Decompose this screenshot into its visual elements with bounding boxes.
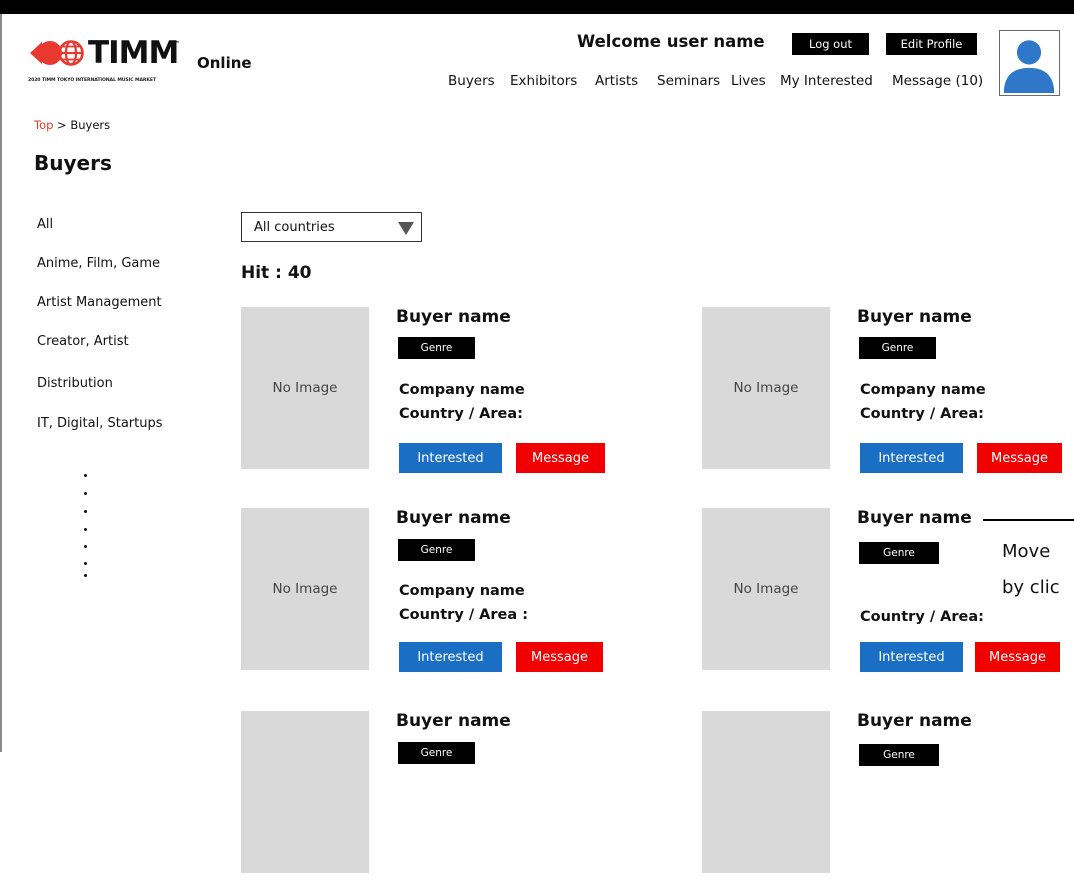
top-black-bar [0, 0, 1074, 14]
country-select-value: All countries [254, 220, 335, 235]
logo-trademark: ™ [173, 40, 180, 48]
buyer-name[interactable]: Buyer name [857, 711, 972, 731]
welcome-text: Welcome user name [577, 32, 765, 51]
sidebar-item-it-digital-startups[interactable]: IT, Digital, Startups [37, 416, 163, 431]
buyer-image-placeholder [241, 711, 369, 873]
nav-seminars[interactable]: Seminars [657, 73, 720, 89]
breadcrumb-current: Buyers [70, 118, 111, 132]
interested-button[interactable]: Interested [860, 642, 963, 672]
annotation-text-line-2: by clic [1002, 577, 1060, 598]
company-name: Company name [399, 583, 525, 599]
buyer-name[interactable]: Buyer name [857, 508, 972, 528]
message-button[interactable]: Message [516, 443, 605, 473]
frame-left-border [0, 14, 2, 752]
company-name: Company name [399, 382, 525, 398]
genre-badge: Genre [859, 337, 936, 359]
buyer-card: No Image Buyer name Genre Company name C… [241, 508, 641, 688]
nav-my-interested[interactable]: My Interested [780, 73, 873, 89]
buyer-card: Buyer name Genre [241, 711, 641, 891]
message-button[interactable]: Message [977, 443, 1062, 473]
annotation-pointer-line [983, 519, 1074, 521]
ellipsis-dot [84, 492, 87, 495]
buyer-name[interactable]: Buyer name [396, 711, 511, 731]
page-title: Buyers [34, 151, 112, 175]
ellipsis-dot [84, 562, 87, 565]
annotation-text-line-1: Move [1002, 541, 1051, 562]
country-area: Country / Area : [399, 607, 529, 623]
logout-button[interactable]: Log out [792, 33, 869, 55]
breadcrumb-top-link[interactable]: Top [34, 118, 53, 132]
globe-logo-icon [30, 40, 84, 66]
user-silhouette-icon [1003, 40, 1055, 93]
genre-badge: Genre [398, 742, 475, 764]
ellipsis-dot [84, 545, 87, 548]
country-area: Country / Area: [860, 406, 984, 422]
genre-badge: Genre [859, 744, 939, 766]
company-name: Company name [860, 382, 986, 398]
sidebar-item-all[interactable]: All [37, 217, 53, 232]
country-area: Country / Area: [399, 406, 523, 422]
buyer-image-placeholder: No Image [241, 508, 369, 670]
nav-artists[interactable]: Artists [595, 73, 638, 89]
buyer-image-placeholder: No Image [702, 508, 830, 670]
logo-wordmark: TIMM [88, 35, 179, 71]
buyer-card: No Image Buyer name Genre Company name C… [702, 307, 1074, 487]
genre-badge: Genre [398, 539, 475, 561]
breadcrumb: Top > Buyers [34, 118, 110, 132]
logo-subtitle: 2020 TIMM TOKYO INTERNATIONAL MUSIC MARK… [28, 78, 156, 83]
country-area: Country / Area: [860, 609, 984, 625]
edit-profile-button[interactable]: Edit Profile [886, 33, 977, 55]
buyer-name[interactable]: Buyer name [857, 307, 972, 327]
interested-button[interactable]: Interested [860, 443, 963, 473]
sidebar-item-distribution[interactable]: Distribution [37, 376, 113, 391]
message-button[interactable]: Message [516, 642, 603, 672]
buyer-image-placeholder [702, 711, 830, 873]
genre-badge: Genre [859, 542, 939, 564]
ellipsis-dot [84, 510, 87, 513]
nav-exhibitors[interactable]: Exhibitors [510, 73, 577, 89]
country-select[interactable]: All countries [241, 212, 422, 242]
online-label: Online [197, 54, 252, 72]
genre-badge: Genre [398, 337, 475, 359]
buyer-card: Buyer name Genre [702, 711, 1074, 891]
sidebar-item-artist-management[interactable]: Artist Management [37, 295, 162, 310]
avatar[interactable] [999, 30, 1060, 96]
buyer-card: No Image Buyer name Genre Country / Area… [702, 508, 1074, 688]
breadcrumb-separator: > [53, 118, 71, 132]
ellipsis-dot [84, 474, 87, 477]
nav-buyers[interactable]: Buyers [448, 73, 495, 89]
buyer-name[interactable]: Buyer name [396, 508, 511, 528]
buyer-image-placeholder: No Image [241, 307, 369, 469]
nav-lives[interactable]: Lives [731, 73, 766, 89]
buyer-name[interactable]: Buyer name [396, 307, 511, 327]
ellipsis-dot [84, 574, 87, 577]
interested-button[interactable]: Interested [399, 443, 502, 473]
message-button[interactable]: Message [975, 642, 1060, 672]
timm-logo[interactable]: TIMM ™ 2020 TIMM TOKYO INTERNATIONAL MUS… [28, 35, 180, 90]
nav-message[interactable]: Message (10) [892, 73, 983, 89]
buyer-image-placeholder: No Image [702, 307, 830, 469]
sidebar-item-anime-film-game[interactable]: Anime, Film, Game [37, 256, 160, 271]
buyer-card: No Image Buyer name Genre Company name C… [241, 307, 641, 487]
ellipsis-dot [84, 528, 87, 531]
triangle-down-icon [398, 222, 414, 235]
interested-button[interactable]: Interested [399, 642, 502, 672]
hit-count: Hit : 40 [241, 263, 312, 283]
sidebar-item-creator-artist[interactable]: Creator, Artist [37, 334, 129, 349]
